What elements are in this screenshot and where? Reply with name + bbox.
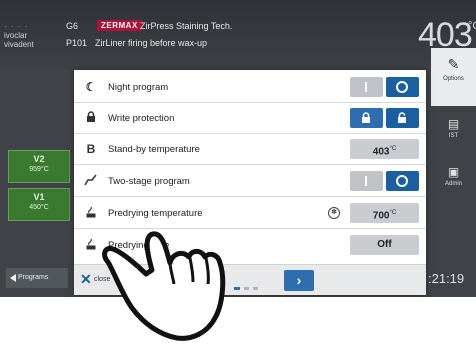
close-icon[interactable]: ✕	[80, 271, 92, 288]
ist-label: IST	[448, 133, 459, 139]
two-stage-off-toggle[interactable]	[386, 171, 419, 191]
v2-temp: 959°C	[29, 166, 49, 173]
logo-line-1: ivoclar	[4, 31, 28, 40]
admin-icon: ▣	[447, 165, 460, 179]
row-night-program[interactable]: ☾ Night program	[74, 72, 426, 103]
ist-icon: ▤	[447, 117, 460, 131]
standby-temperature-label: Stand-by temperature	[108, 144, 200, 155]
locked-icon	[362, 112, 370, 123]
write-protection-label: Write protection	[108, 113, 175, 124]
clock: :21:19	[428, 271, 465, 286]
program-title: ZirPress Staining Tech.	[140, 21, 233, 31]
programs-button[interactable]: Programs	[6, 268, 68, 288]
next-page-button[interactable]: ›	[284, 270, 314, 291]
program-subtitle: ZirLiner firing before wax-up	[95, 38, 208, 48]
header-bar: · · · · ivoclar vivadent G6 ZERMAX ZirPr…	[0, 0, 476, 70]
fan-icon: ✽	[328, 207, 340, 219]
night-program-on-toggle[interactable]	[350, 77, 383, 97]
ist-button[interactable]: ▤ IST	[431, 112, 476, 152]
standby-temperature-value[interactable]: 403°C	[350, 139, 419, 159]
predrying-time-value[interactable]: Off	[350, 235, 419, 255]
ivoclar-logo: · · · · ivoclar vivadent	[4, 22, 34, 49]
program-code: G6	[66, 21, 79, 31]
v1-temp: 450°C	[29, 204, 49, 211]
v1-button[interactable]: V1 450°C	[8, 188, 70, 221]
screenshot: · · · · ivoclar vivadent G6 ZERMAX ZirPr…	[0, 0, 476, 347]
lock-toggle[interactable]	[350, 108, 383, 128]
brand-badge: ZERMAX	[97, 20, 142, 31]
logo-line-2: vivadent	[4, 40, 34, 49]
row-write-protection[interactable]: Write protection	[74, 103, 426, 134]
standby-b-icon: B	[86, 142, 96, 156]
unlocked-icon	[398, 112, 406, 123]
temperature-unit: °C	[468, 20, 476, 32]
two-stage-on-toggle[interactable]	[350, 171, 383, 191]
two-stage-program-label: Two-stage program	[108, 176, 190, 187]
row-two-stage-program[interactable]: Two-stage program	[74, 166, 426, 197]
admin-button[interactable]: ▣ Admin	[431, 160, 476, 204]
unlock-toggle[interactable]	[386, 108, 419, 128]
pen-icon: ✎	[447, 56, 460, 72]
pointing-hand-icon	[102, 231, 226, 341]
night-program-off-toggle[interactable]	[386, 77, 419, 97]
lock-icon	[84, 111, 98, 125]
admin-label: Admin	[444, 181, 462, 187]
v2-button[interactable]: V2 959°C	[8, 150, 70, 183]
options-button[interactable]: ✎ Options	[431, 48, 476, 106]
logo-dots: · · · ·	[4, 22, 29, 31]
moon-icon: ☾	[85, 80, 97, 94]
predrying-temperature-value[interactable]: 700°C	[350, 203, 419, 223]
row-standby-temperature[interactable]: B Stand-by temperature 403°C	[74, 134, 426, 165]
program-number: P101	[66, 38, 88, 48]
two-stage-icon	[84, 174, 98, 188]
v1-label: V1	[33, 192, 45, 202]
night-program-label: Night program	[108, 82, 169, 93]
options-label: Options	[443, 76, 464, 82]
v2-label: V2	[33, 154, 45, 164]
